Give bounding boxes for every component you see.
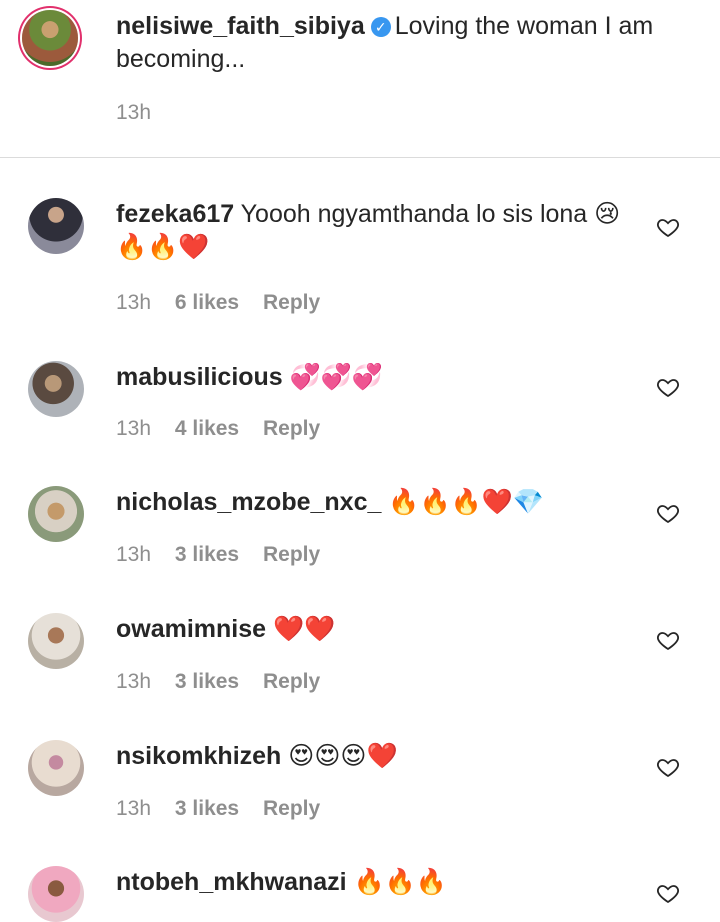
comment-time: 13h: [116, 543, 152, 566]
verified-badge-icon: ✓: [370, 17, 391, 37]
comment-content: fezeka617 Yoooh ngyamthanda lo sis lona …: [116, 198, 636, 264]
divider: [0, 157, 720, 158]
comment-text: 💞💞💞: [289, 363, 384, 391]
comment-text: ❤️❤️: [273, 615, 336, 643]
comment-username[interactable]: mabusilicious: [116, 363, 283, 391]
reply-button[interactable]: Reply: [263, 417, 320, 440]
comment-content: owamimnise ❤️❤️: [116, 613, 636, 646]
reply-button[interactable]: Reply: [263, 291, 320, 314]
reply-button[interactable]: Reply: [263, 797, 320, 820]
comment-text: 🔥🔥🔥: [353, 868, 447, 896]
comment-meta: 13h 3 likes Reply: [116, 543, 338, 567]
comment-meta: 13h 6 likes Reply: [116, 291, 338, 315]
like-heart-icon[interactable]: [656, 628, 680, 652]
comment-likes[interactable]: 4 likes: [175, 417, 239, 440]
comment-time: 13h: [116, 291, 152, 314]
comment-content: ntobeh_mkhwanazi 🔥🔥🔥: [116, 866, 636, 899]
comment-content: nicholas_mzobe_nxc_ 🔥🔥🔥❤️💎: [116, 486, 636, 519]
comment-likes[interactable]: 6 likes: [175, 291, 239, 314]
caption-text-block: nelisiwe_faith_sibiya ✓ Loving the woman I…: [116, 10, 696, 76]
like-heart-icon[interactable]: [656, 501, 680, 525]
like-heart-icon[interactable]: [656, 755, 680, 779]
comment-time: 13h: [116, 797, 152, 820]
like-heart-icon[interactable]: [656, 215, 680, 239]
reply-button[interactable]: Reply: [263, 543, 320, 566]
comment-time: 13h: [116, 670, 152, 693]
comment-username[interactable]: fezeka617: [116, 200, 234, 228]
like-heart-icon[interactable]: [656, 881, 680, 905]
post-caption: nelisiwe_faith_sibiya ✓ Loving the woman I…: [0, 0, 720, 158]
comment-likes[interactable]: 3 likes: [175, 670, 239, 693]
comment-meta: 13h 3 likes Reply: [116, 670, 338, 694]
comment-avatar[interactable]: [28, 740, 84, 796]
comment-avatar[interactable]: [28, 486, 84, 542]
comment-username[interactable]: nicholas_mzobe_nxc_: [116, 488, 381, 516]
comment-meta: 13h 3 likes Reply: [116, 797, 338, 821]
comment-time: 13h: [116, 417, 152, 440]
caption-author-avatar[interactable]: [22, 10, 78, 66]
comment-username[interactable]: ntobeh_mkhwanazi: [116, 868, 347, 896]
like-heart-icon[interactable]: [656, 375, 680, 399]
comment-text: 😍😍😍❤️: [288, 742, 398, 770]
comment-username[interactable]: nsikomkhizeh: [116, 742, 281, 770]
caption-timestamp: 13h: [116, 101, 152, 124]
reply-button[interactable]: Reply: [263, 670, 320, 693]
comment-username[interactable]: owamimnise: [116, 615, 266, 643]
comment-content: nsikomkhizeh 😍😍😍❤️: [116, 740, 636, 773]
comment-likes[interactable]: 3 likes: [175, 797, 239, 820]
comment-content: mabusilicious 💞💞💞: [116, 361, 636, 394]
comment-likes[interactable]: 3 likes: [175, 543, 239, 566]
comment-avatar[interactable]: [28, 613, 84, 669]
caption-username[interactable]: nelisiwe_faith_sibiya: [116, 12, 365, 40]
comment-text: 🔥🔥🔥❤️💎: [388, 488, 544, 516]
comment-avatar[interactable]: [28, 198, 84, 254]
comment-avatar[interactable]: [28, 361, 84, 417]
comment-meta: 13h 4 likes Reply: [116, 417, 338, 441]
